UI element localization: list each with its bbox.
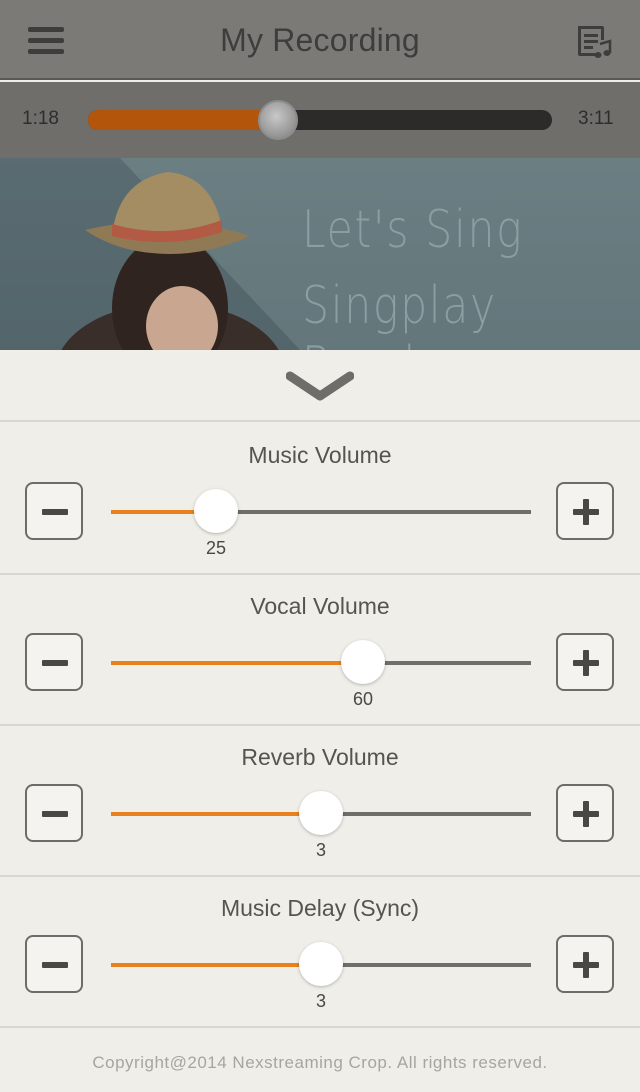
copyright-text: Copyright@2014 Nexstreaming Crop. All ri…: [92, 1053, 548, 1072]
control-title: Music Volume: [248, 442, 392, 468]
chevron-down-icon: [285, 371, 355, 401]
plus-icon-vertical: [583, 952, 589, 978]
music-delay-control: Music Delay (Sync) 3: [0, 875, 640, 1025]
slider-fill: [111, 963, 321, 967]
vocal-volume-slider[interactable]: [111, 640, 531, 684]
plus-icon-vertical: [583, 801, 589, 827]
playback-seek-knob[interactable]: [258, 100, 298, 140]
music-delay-increase-button[interactable]: [556, 935, 614, 993]
slider-value: 3: [315, 840, 326, 860]
slider-value: 3: [315, 991, 326, 1011]
music-volume-decrease-button[interactable]: [25, 482, 83, 540]
slider-fill: [111, 661, 363, 665]
minus-icon: [42, 811, 68, 817]
current-time: 1:18: [22, 108, 59, 129]
music-delay-slider[interactable]: [111, 942, 531, 986]
playback-progress-fill: [88, 110, 278, 130]
minus-icon: [42, 509, 68, 515]
page-title: My Recording: [220, 22, 420, 58]
minus-icon: [42, 962, 68, 968]
vocal-volume-increase-button[interactable]: [556, 633, 614, 691]
reverb-volume-control: Reverb Volume 3: [0, 724, 640, 874]
banner-title-line1: Let's Sing: [302, 200, 524, 260]
banner-title-line2: Singplay Band: [302, 276, 497, 350]
vocal-volume-control: Vocal Volume 60: [0, 573, 640, 723]
control-title: Music Delay (Sync): [220, 895, 420, 921]
music-volume-increase-button[interactable]: [556, 482, 614, 540]
collapse-sheet-button[interactable]: [285, 368, 355, 408]
slider-knob[interactable]: [299, 791, 343, 835]
divider: [0, 1026, 640, 1028]
music-volume-control: Music Volume 25: [0, 422, 640, 572]
slider-fill: [111, 812, 321, 816]
minus-icon: [42, 660, 68, 666]
plus-icon-vertical: [583, 499, 589, 525]
reverb-volume-slider[interactable]: [111, 791, 531, 835]
app-header: My Recording: [0, 0, 640, 80]
reverb-volume-increase-button[interactable]: [556, 784, 614, 842]
plus-icon-vertical: [583, 650, 589, 676]
playback-progress-row: 1:18 3:11: [0, 82, 640, 158]
control-title: Vocal Volume: [250, 593, 390, 619]
slider-value: 25: [205, 538, 227, 558]
audio-settings-sheet: Music Volume 25 Vocal Volume 60 Reverb V…: [0, 350, 640, 1092]
album-art-banner: Let's Sing Singplay Band: [0, 158, 640, 350]
slider-knob[interactable]: [299, 942, 343, 986]
control-title: Reverb Volume: [241, 744, 399, 770]
music-delay-decrease-button[interactable]: [25, 935, 83, 993]
total-time: 3:11: [578, 108, 614, 129]
reverb-volume-decrease-button[interactable]: [25, 784, 83, 842]
playback-progress-bar[interactable]: [88, 100, 552, 140]
slider-knob[interactable]: [341, 640, 385, 684]
slider-value: 60: [352, 689, 374, 709]
music-list-icon[interactable]: [574, 22, 614, 62]
vocal-volume-decrease-button[interactable]: [25, 633, 83, 691]
slider-knob[interactable]: [194, 489, 238, 533]
music-volume-slider[interactable]: [111, 489, 531, 533]
